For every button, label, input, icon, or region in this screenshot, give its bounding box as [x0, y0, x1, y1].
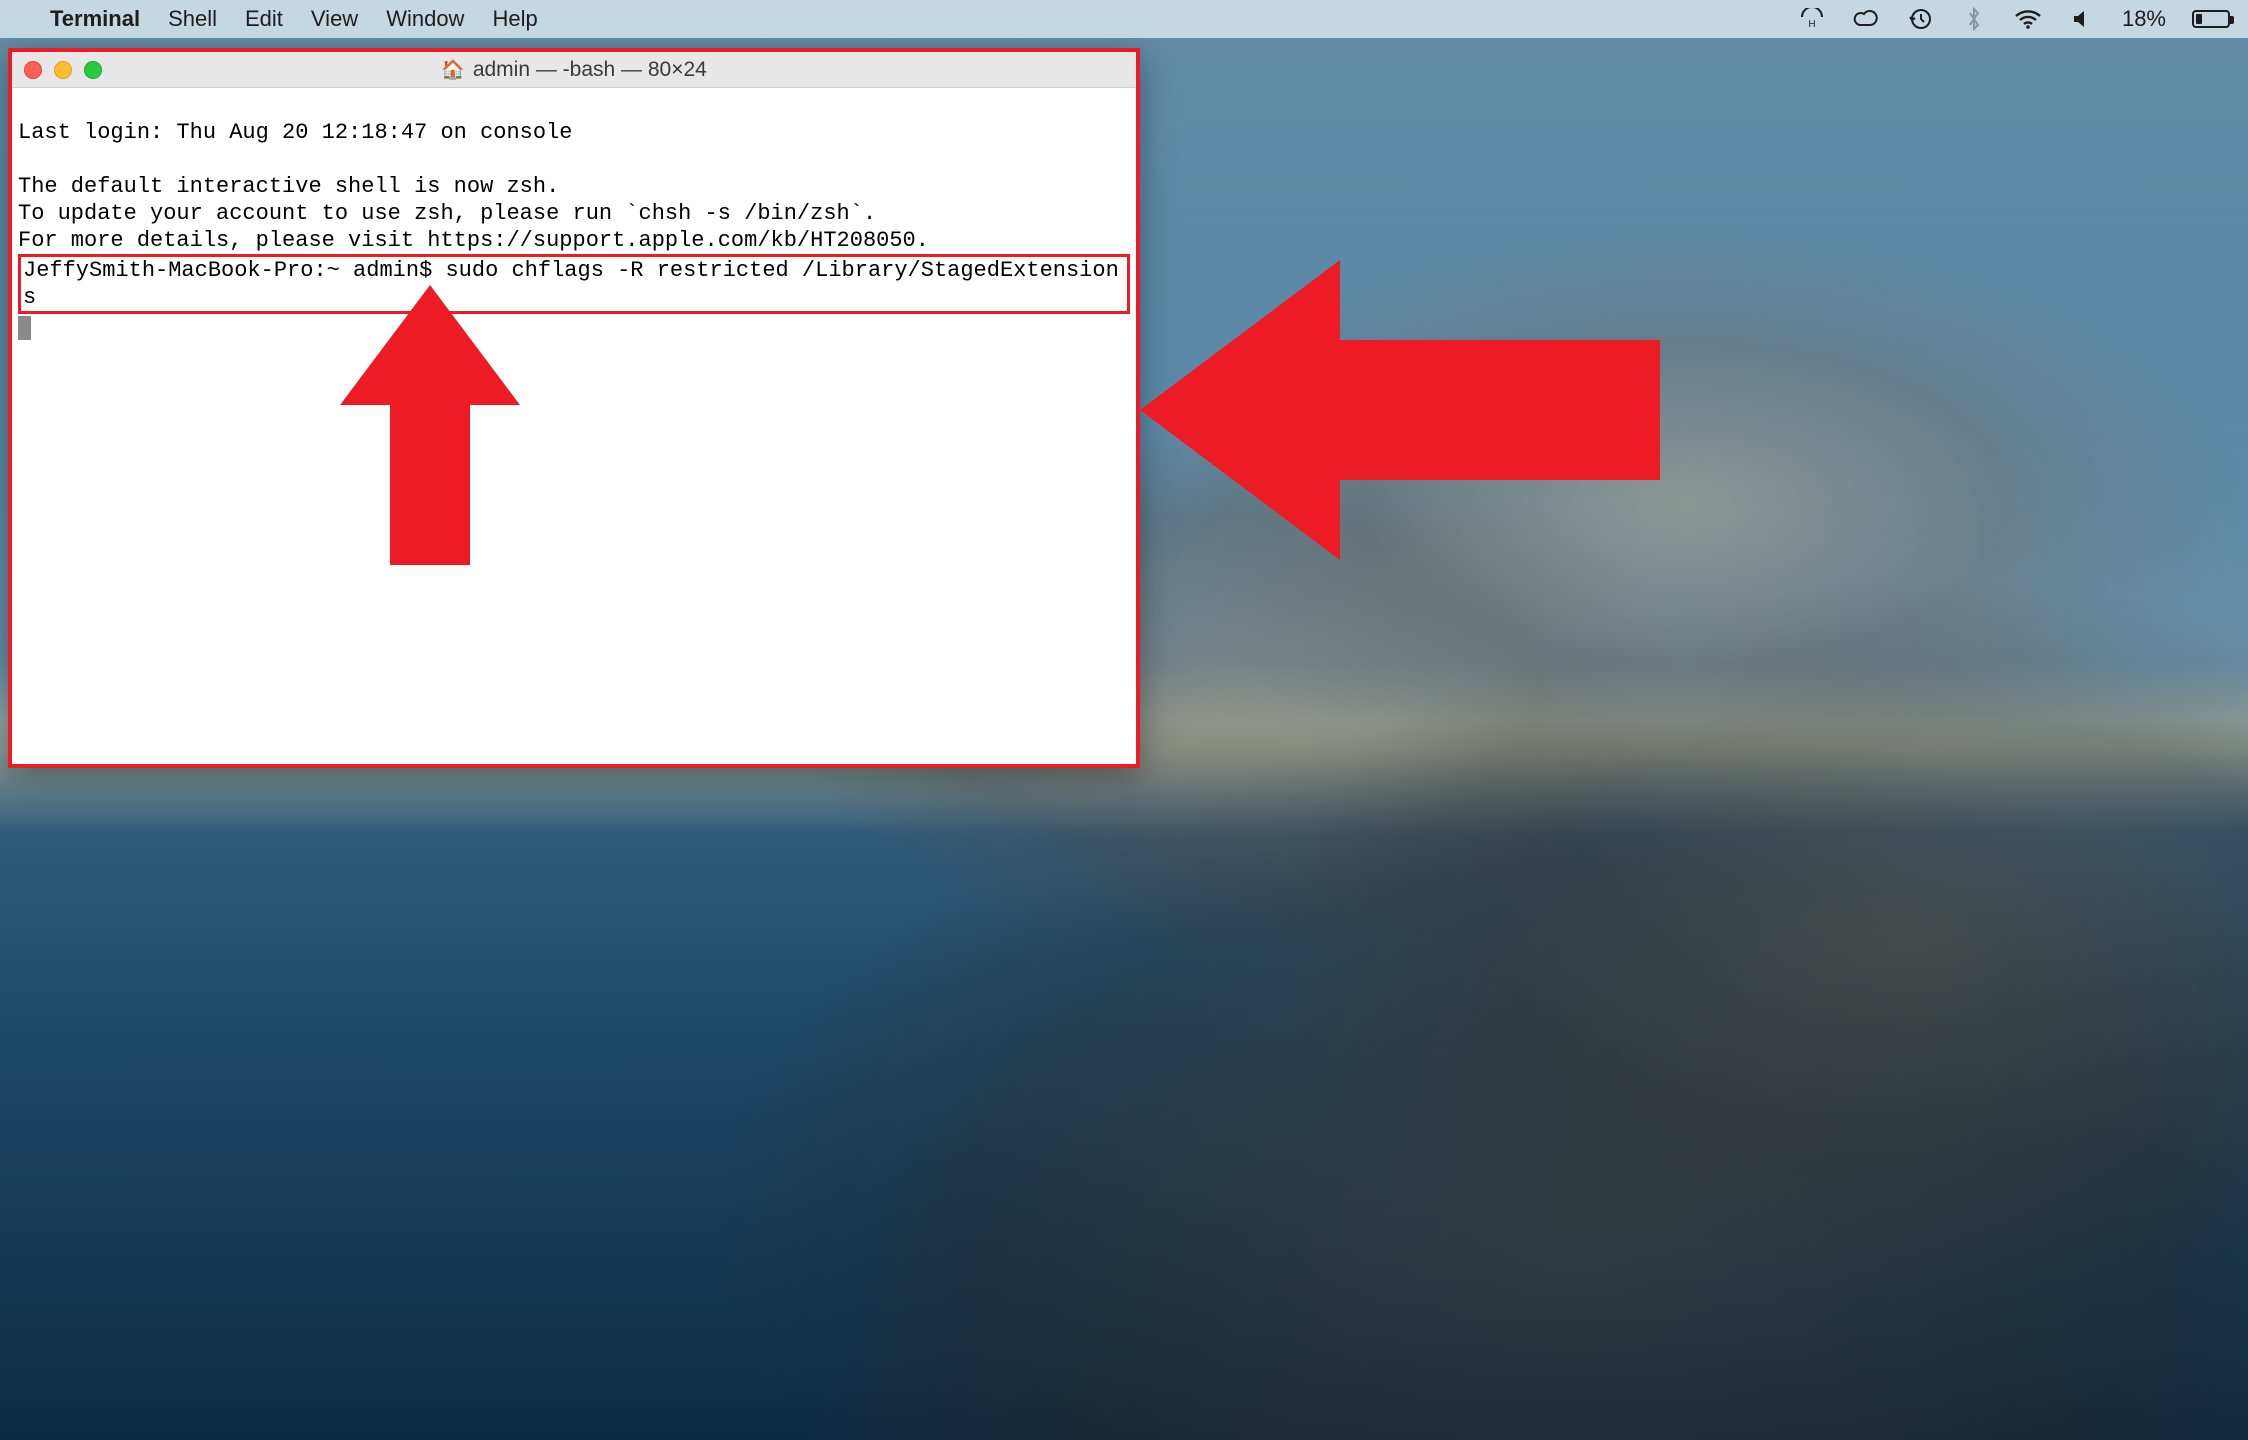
terminal-cursor [18, 316, 31, 340]
terminal-window[interactable]: 🏠 admin — -bash — 80×24 Last login: Thu … [8, 48, 1140, 768]
annotation-up-arrow-icon [340, 285, 520, 565]
svg-text:H: H [1808, 19, 1815, 30]
macos-menu-bar: Terminal Shell Edit View Window Help H 1… [0, 0, 2248, 38]
battery-percent: 18% [2122, 6, 2166, 32]
terminal-line: For more details, please visit https://s… [18, 228, 929, 253]
terminal-line: Last login: Thu Aug 20 12:18:47 on conso… [18, 120, 573, 145]
window-title: admin — -bash — 80×24 [473, 58, 707, 82]
menu-help[interactable]: Help [478, 6, 551, 32]
terminal-titlebar[interactable]: 🏠 admin — -bash — 80×24 [12, 52, 1136, 88]
bluetooth-icon[interactable] [1960, 5, 1988, 33]
maximize-button[interactable] [84, 61, 102, 79]
minimize-button[interactable] [54, 61, 72, 79]
window-controls [24, 61, 102, 79]
annotation-left-arrow-icon [1140, 260, 1660, 560]
app-menu[interactable]: Terminal [36, 6, 154, 32]
terminal-line: The default interactive shell is now zsh… [18, 174, 559, 199]
hotspot-icon[interactable]: H [1798, 5, 1826, 33]
highlighted-command-line: JeffySmith-MacBook-Pro:~ admin$ sudo chf… [18, 254, 1130, 314]
time-machine-icon[interactable] [1906, 5, 1934, 33]
terminal-line: To update your account to use zsh, pleas… [18, 201, 876, 226]
menu-window[interactable]: Window [372, 6, 478, 32]
menu-view[interactable]: View [297, 6, 372, 32]
menu-edit[interactable]: Edit [231, 6, 297, 32]
menu-shell[interactable]: Shell [154, 6, 231, 32]
terminal-content[interactable]: Last login: Thu Aug 20 12:18:47 on conso… [12, 88, 1136, 764]
creative-cloud-icon[interactable] [1852, 5, 1880, 33]
close-button[interactable] [24, 61, 42, 79]
battery-icon[interactable] [2192, 10, 2230, 28]
home-icon: 🏠 [441, 58, 465, 82]
volume-icon[interactable] [2068, 5, 2096, 33]
wifi-icon[interactable] [2014, 5, 2042, 33]
